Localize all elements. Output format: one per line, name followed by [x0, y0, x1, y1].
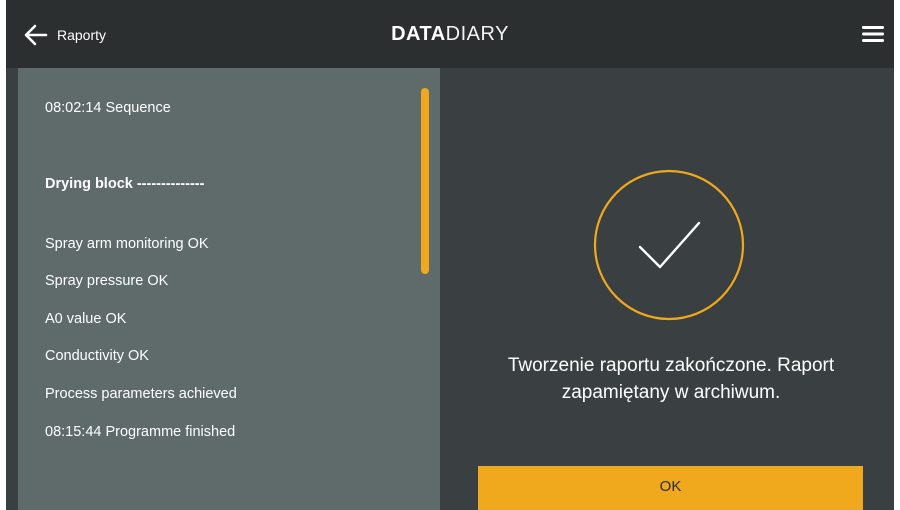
logo-bold-text: DATA — [391, 23, 446, 45]
app-screen: Raporty DATADIARY 08:02:14 Sequence Dryi… — [6, 0, 894, 510]
log-line: Drying block -------------- — [45, 176, 205, 192]
log-line: 08:02:14 Sequence — [45, 100, 171, 116]
log-line: Spray pressure OK — [45, 273, 169, 289]
check-circle-icon — [592, 168, 746, 322]
log-line: Process parameters achieved — [45, 386, 237, 402]
top-bar: Raporty DATADIARY — [6, 0, 894, 68]
hamburger-menu-icon — [862, 26, 884, 42]
log-line: Spray arm monitoring OK — [45, 236, 209, 252]
datadiary-logo: DATADIARY — [6, 20, 894, 48]
scrollbar-thumb[interactable] — [421, 88, 429, 274]
ok-button[interactable]: OK — [478, 466, 863, 510]
completion-message: Tworzenie raportu zakończone. Raport zap… — [507, 355, 835, 403]
log-line: A0 value OK — [45, 311, 127, 327]
report-log-panel[interactable]: 08:02:14 Sequence Drying block ---------… — [18, 68, 440, 510]
logo-light-text: DIARY — [445, 23, 509, 45]
log-line: Conductivity OK — [45, 348, 149, 364]
log-line: 08:15:44 Programme finished — [45, 424, 236, 440]
hamburger-menu-button[interactable] — [862, 24, 884, 44]
